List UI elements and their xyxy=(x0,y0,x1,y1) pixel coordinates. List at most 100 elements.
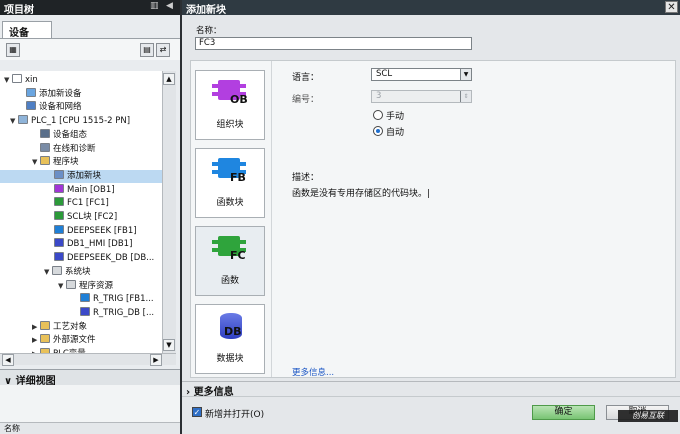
tree-item[interactable]: SCL块 [FC2] xyxy=(0,211,162,224)
tree-node-icon xyxy=(40,128,50,138)
function-block-tile[interactable]: FB 函数块 xyxy=(195,148,265,218)
tree-item[interactable]: Main [OB1] xyxy=(0,183,162,197)
tree-item[interactable]: ▼ 程序块 xyxy=(0,156,162,169)
open-after-add-label: 新增并打开(O) xyxy=(205,410,265,420)
panel-layout-icon[interactable]: ▥ xyxy=(150,1,159,11)
more-info-link[interactable]: 更多信息... xyxy=(292,366,334,378)
collapse-arrow-icon[interactable]: ◀ xyxy=(166,1,173,11)
radio-manual[interactable] xyxy=(373,110,383,120)
expand-toggle-icon[interactable]: ▼ xyxy=(44,266,52,279)
dialog-title-bar: 添加新块 ✕ xyxy=(182,0,680,16)
tree-item[interactable]: 添加新设备 xyxy=(0,87,162,101)
tree-item-label: R_TRIG [FB1... xyxy=(93,294,154,305)
tree-item[interactable]: ▼ 程序资源 xyxy=(0,279,162,293)
connector-pin xyxy=(212,162,218,166)
block-tile-label: 组织块 xyxy=(216,120,244,130)
tab-devices[interactable]: 设备 xyxy=(2,21,52,39)
radio-auto-label: 自动 xyxy=(386,128,405,138)
close-icon[interactable]: ✕ xyxy=(665,1,678,13)
radio-auto[interactable] xyxy=(373,126,383,136)
tree-item-label: 设备组态 xyxy=(53,129,88,140)
tree-node-icon xyxy=(40,334,50,344)
tree-item-label: Main [OB1] xyxy=(67,184,115,195)
name-input[interactable]: FC3 xyxy=(195,37,472,50)
tree-item[interactable]: ▼ xin xyxy=(0,74,162,87)
block-tile-label: 函数 xyxy=(220,276,239,286)
tree-item-label: FC1 [FC1] xyxy=(67,198,109,209)
tree-grid-icon[interactable]: ▦ xyxy=(6,43,20,57)
block-tile-label: 函数块 xyxy=(216,198,244,208)
tree-node-icon xyxy=(54,224,64,234)
tree-node-icon xyxy=(26,87,36,97)
tree-item-label: PLC_1 [CPU 1515-2 PN] xyxy=(31,116,131,127)
tree-item-label: 程序块 xyxy=(53,157,79,168)
connector-pin xyxy=(240,240,246,244)
connector-pin xyxy=(212,170,218,174)
expand-toggle-icon[interactable]: ▶ xyxy=(32,334,40,347)
language-value: SCL xyxy=(376,69,393,79)
tree-item[interactable]: R_TRIG [FB1... xyxy=(0,293,162,306)
connector-pin xyxy=(212,84,218,88)
tree-item[interactable]: DEEPSEEK_DB [DB... xyxy=(0,252,162,265)
tree-node-icon xyxy=(54,169,64,179)
tree-vertical-scrollbar[interactable]: ▲ ▼ xyxy=(162,71,176,353)
tree-node-icon xyxy=(54,183,64,193)
tree-item[interactable]: 在线和诊断 xyxy=(0,142,162,156)
tree-horizontal-scrollbar[interactable]: ◀ ▶ xyxy=(0,353,176,366)
tree-node-icon xyxy=(54,252,64,262)
detail-column-name: 名称 xyxy=(0,422,180,434)
detail-view-header[interactable]: ∨ 详细视图 xyxy=(0,369,180,387)
watermark-logo: 创易互联 xyxy=(618,410,678,422)
scroll-right-icon[interactable]: ▶ xyxy=(150,354,162,366)
tree-item-label: 外部源文件 xyxy=(53,335,96,346)
language-select[interactable]: SCL ▼ xyxy=(371,68,472,81)
expand-toggle-icon[interactable]: ▼ xyxy=(10,115,18,128)
tree-item-label: DB1_HMI [DB1] xyxy=(67,239,133,250)
list-view-icon[interactable]: ▤ xyxy=(140,43,154,57)
block-type-tag: OB xyxy=(230,93,248,106)
tree-item-label: 设备和网络 xyxy=(39,102,82,113)
tree-node-icon xyxy=(66,279,76,289)
number-label: 编号： xyxy=(292,95,320,105)
tree-item[interactable]: 设备组态 xyxy=(0,128,162,142)
tree-item[interactable]: 添加新块 xyxy=(0,169,162,183)
expand-toggle-icon[interactable]: ▼ xyxy=(4,74,12,87)
tree-item-label: R_TRIG_DB [... xyxy=(93,307,155,318)
tree-item[interactable]: DEEPSEEK [FB1] xyxy=(0,224,162,238)
panel-divider xyxy=(271,61,272,377)
tree-item[interactable]: DB1_HMI [DB1] xyxy=(0,238,162,251)
ok-button[interactable]: 确定 xyxy=(532,405,595,420)
connector-pin xyxy=(212,248,218,252)
expand-toggle-icon[interactable]: ▶ xyxy=(32,321,40,334)
project-tree: ▼ xin 添加新设备 设备和网络 ▼ PLC_1 [CPU 1515-2 PN] 设备组态… xyxy=(0,71,162,353)
tree-item[interactable]: ▶ 外部源文件 xyxy=(0,334,162,347)
open-after-add-checkbox[interactable]: ✓ xyxy=(192,407,202,417)
data-block-tile[interactable]: DB 数据块 xyxy=(195,304,265,374)
connector-pin xyxy=(240,84,246,88)
connector-pin xyxy=(240,162,246,166)
tree-item[interactable]: ▼ PLC_1 [CPU 1515-2 PN] xyxy=(0,115,162,128)
tree-item[interactable]: ▶ 工艺对象 xyxy=(0,320,162,334)
expand-toggle-icon[interactable]: ▼ xyxy=(32,156,40,169)
radio-manual-label: 手动 xyxy=(386,112,405,122)
tree-item-label: SCL块 [FC2] xyxy=(67,212,118,222)
tree-item[interactable]: ▼ 系统块 xyxy=(0,265,162,279)
more-info-section[interactable]: › 更多信息 xyxy=(182,381,680,398)
tree-item[interactable]: R_TRIG_DB [... xyxy=(0,306,162,320)
expand-toggle-icon[interactable]: ▼ xyxy=(58,280,66,293)
tree-view-icon[interactable]: ⇄ xyxy=(156,43,170,57)
organization-block-tile[interactable]: OB 组织块 xyxy=(195,70,265,140)
dropdown-arrow-icon[interactable]: ▼ xyxy=(460,69,471,80)
tree-item[interactable]: 设备和网络 xyxy=(0,101,162,114)
connector-pin xyxy=(212,92,218,96)
tree-item-label: 工艺对象 xyxy=(53,321,88,332)
tree-item-label: 系统块 xyxy=(65,266,91,277)
tree-item[interactable]: FC1 [FC1] xyxy=(0,197,162,210)
block-type-tag: FC xyxy=(230,249,246,262)
scroll-down-icon[interactable]: ▼ xyxy=(163,339,175,351)
scroll-left-icon[interactable]: ◀ xyxy=(2,354,14,366)
tree-node-icon xyxy=(18,115,28,125)
scroll-up-icon[interactable]: ▲ xyxy=(163,73,175,85)
function-tile[interactable]: FC 函数 xyxy=(195,226,265,296)
name-label: 名称： xyxy=(196,26,222,36)
